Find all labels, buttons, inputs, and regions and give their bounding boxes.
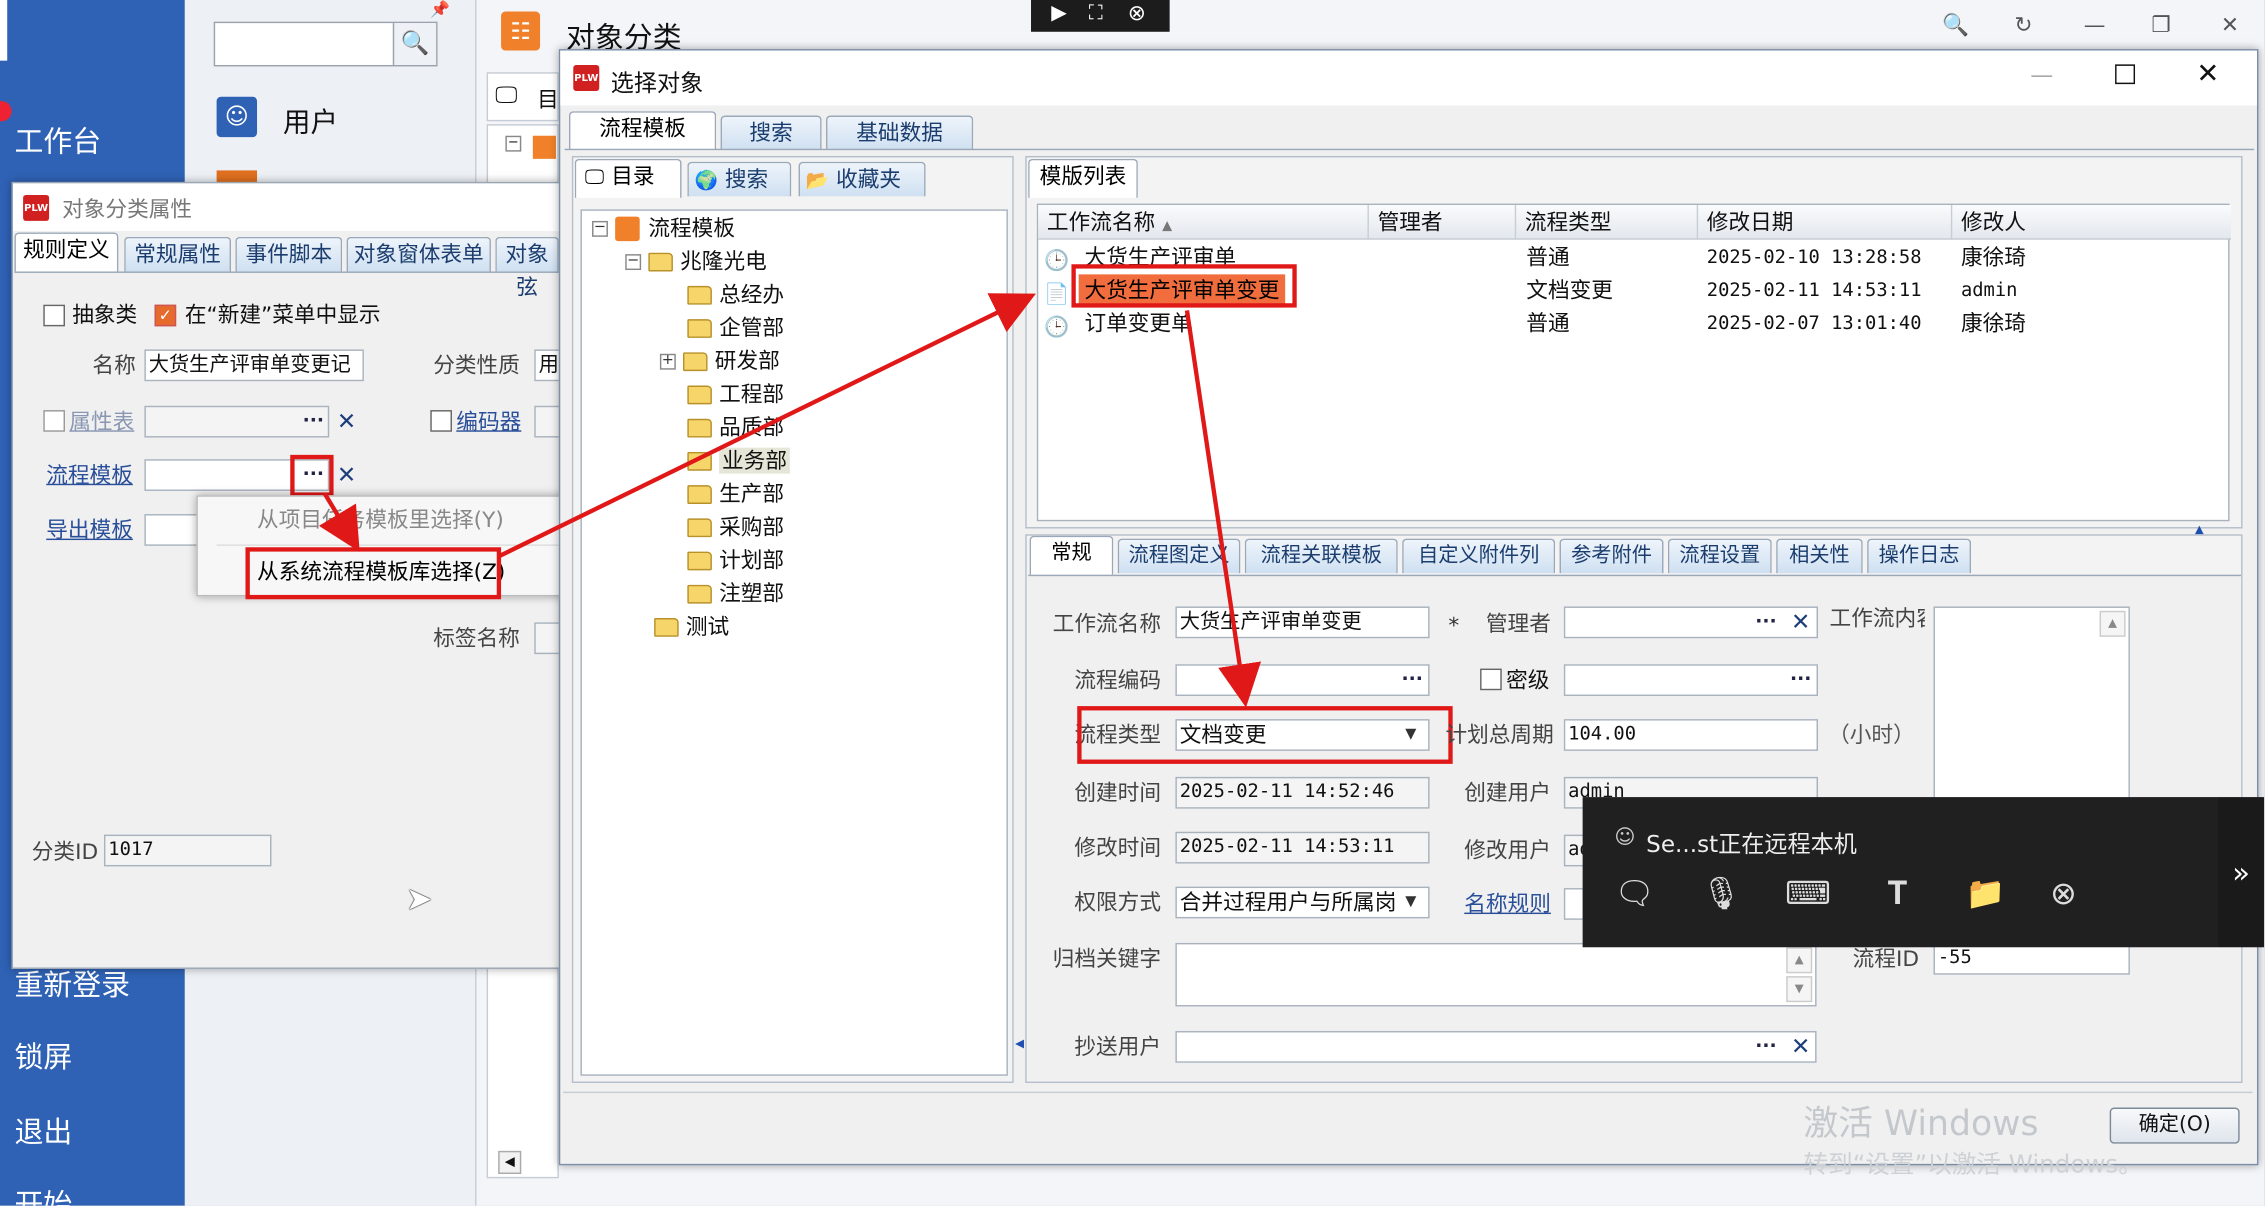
arrow-to-list <box>498 293 1036 558</box>
annotation-arrows <box>318 293 1262 708</box>
arrow-to-menu <box>318 492 360 552</box>
arrow-to-type <box>1184 310 1262 708</box>
